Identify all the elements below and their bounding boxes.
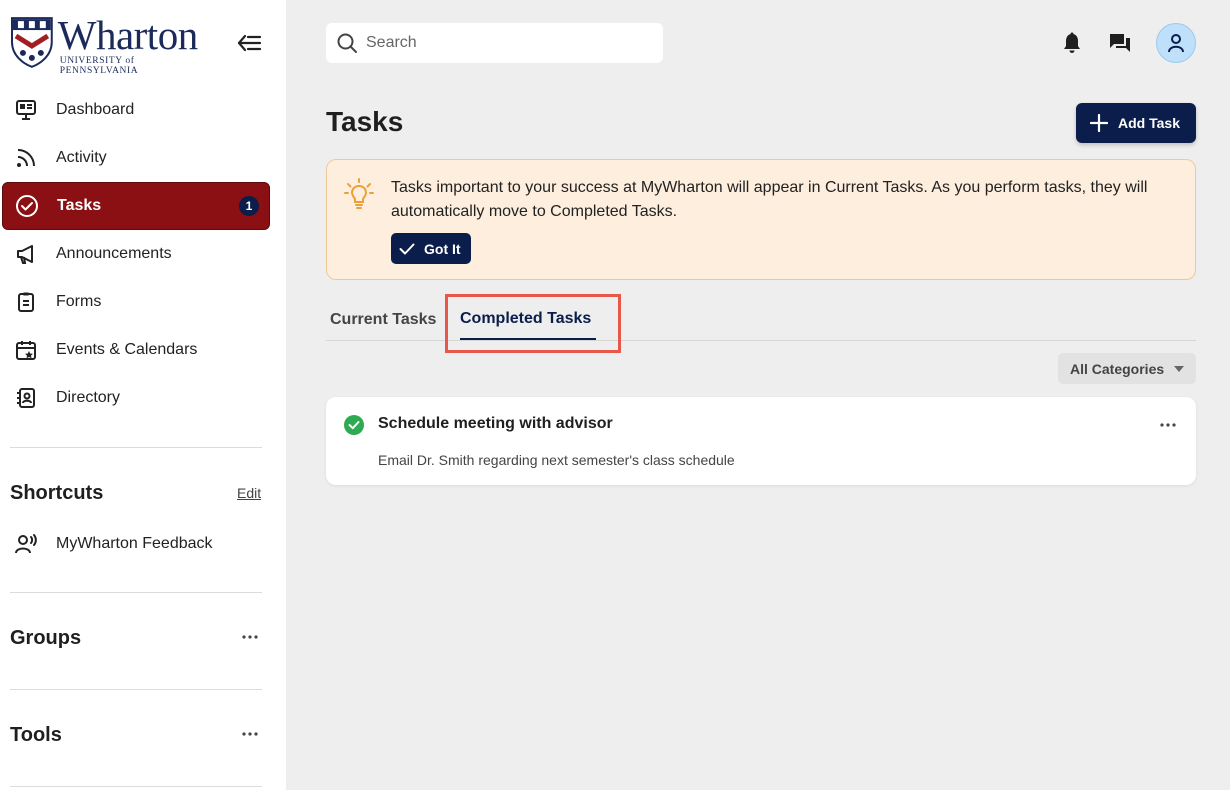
- dashboard-icon: [14, 98, 38, 122]
- clipboard-icon: [14, 290, 38, 314]
- tools-title: Tools: [10, 724, 62, 746]
- sidebar-item-events-calendars[interactable]: Events & Calendars: [2, 326, 270, 374]
- wharton-logo[interactable]: Wharton UNIVERSITY of PENNSYLVANIA: [10, 12, 215, 76]
- search-icon: [337, 33, 357, 53]
- page-title: Tasks: [326, 106, 404, 137]
- sidebar-item-label: Tasks: [57, 197, 102, 214]
- bell-icon[interactable]: [1060, 31, 1084, 55]
- plus-icon: [1090, 114, 1108, 132]
- divider: [10, 592, 262, 593]
- sidebar-item-label: Forms: [56, 293, 102, 310]
- shortcut-mywharton-feedback[interactable]: MyWharton Feedback: [14, 530, 213, 558]
- divider: [10, 689, 262, 690]
- sidebar: Wharton UNIVERSITY of PENNSYLVANIA Dashb…: [0, 0, 286, 790]
- sidebar-item-activity[interactable]: Activity: [2, 134, 270, 182]
- task-description: Email Dr. Smith regarding next semester'…: [378, 452, 735, 468]
- got-it-button[interactable]: Got It: [391, 233, 471, 264]
- banner-message: Tasks important to your success at MyWha…: [391, 179, 1148, 220]
- tools-more-icon[interactable]: [240, 728, 260, 740]
- category-filter-value: All Categories: [1070, 360, 1165, 377]
- task-more-icon[interactable]: [1158, 419, 1178, 431]
- info-banner: Tasks important to your success at MyWha…: [326, 159, 1196, 280]
- active-tab-indicator: [460, 338, 596, 340]
- logo-subtitle: UNIVERSITY of PENNSYLVANIA: [59, 56, 139, 76]
- task-tabs: Current Tasks Completed Tasks: [326, 296, 1196, 341]
- caret-down-icon: [1174, 366, 1184, 372]
- tasks-count-badge: 1: [239, 196, 259, 216]
- search-input[interactable]: [366, 34, 646, 52]
- sidebar-item-label: Events & Calendars: [56, 341, 198, 358]
- divider: [10, 447, 262, 448]
- completed-check-icon: [344, 415, 364, 435]
- got-it-label: Got It: [424, 240, 461, 257]
- sidebar-item-label: Dashboard: [56, 101, 135, 118]
- groups-title: Groups: [10, 627, 82, 649]
- sidebar-item-label: Announcements: [56, 245, 172, 262]
- main-nav: Dashboard Activity Tasks 1 Announcements: [2, 86, 270, 422]
- checkmark-icon: [399, 243, 415, 254]
- logo-wordmark: Wharton: [57, 12, 198, 58]
- divider: [10, 786, 262, 787]
- tab-completed-tasks[interactable]: Completed Tasks: [460, 296, 591, 341]
- sidebar-item-directory[interactable]: Directory: [2, 374, 270, 422]
- user-voice-icon: [15, 534, 37, 554]
- task-title: Schedule meeting with advisor: [378, 415, 613, 432]
- penn-shield-icon: [10, 17, 53, 68]
- collapse-left-icon[interactable]: [236, 31, 262, 55]
- sidebar-item-tasks[interactable]: Tasks 1: [2, 182, 270, 230]
- add-task-button[interactable]: Add Task: [1076, 103, 1196, 143]
- rss-icon: [14, 146, 38, 170]
- sidebar-item-label: Directory: [56, 389, 121, 406]
- user-avatar-icon: [1168, 34, 1184, 53]
- megaphone-icon: [14, 242, 38, 266]
- lightbulb-icon: [344, 178, 374, 209]
- check-circle-icon: [15, 194, 39, 218]
- shortcut-label: MyWharton Feedback: [56, 535, 213, 552]
- sidebar-item-forms[interactable]: Forms: [2, 278, 270, 326]
- user-avatar[interactable]: [1156, 23, 1196, 63]
- edit-shortcuts-link[interactable]: Edit: [237, 485, 261, 501]
- shortcuts-title: Shortcuts: [10, 482, 104, 504]
- contact-book-icon: [14, 386, 38, 410]
- sidebar-item-dashboard[interactable]: Dashboard: [2, 86, 270, 134]
- category-filter-dropdown[interactable]: All Categories: [1058, 353, 1196, 384]
- sidebar-item-label: Activity: [56, 149, 107, 166]
- calendar-star-icon: [14, 338, 38, 362]
- search-bar[interactable]: [326, 23, 663, 63]
- add-task-label: Add Task: [1118, 115, 1180, 131]
- task-card[interactable]: Schedule meeting with advisor Email Dr. …: [326, 397, 1196, 485]
- chat-icon[interactable]: [1108, 31, 1132, 55]
- sidebar-item-announcements[interactable]: Announcements: [2, 230, 270, 278]
- groups-more-icon[interactable]: [240, 631, 260, 643]
- tab-current-tasks[interactable]: Current Tasks: [330, 297, 436, 342]
